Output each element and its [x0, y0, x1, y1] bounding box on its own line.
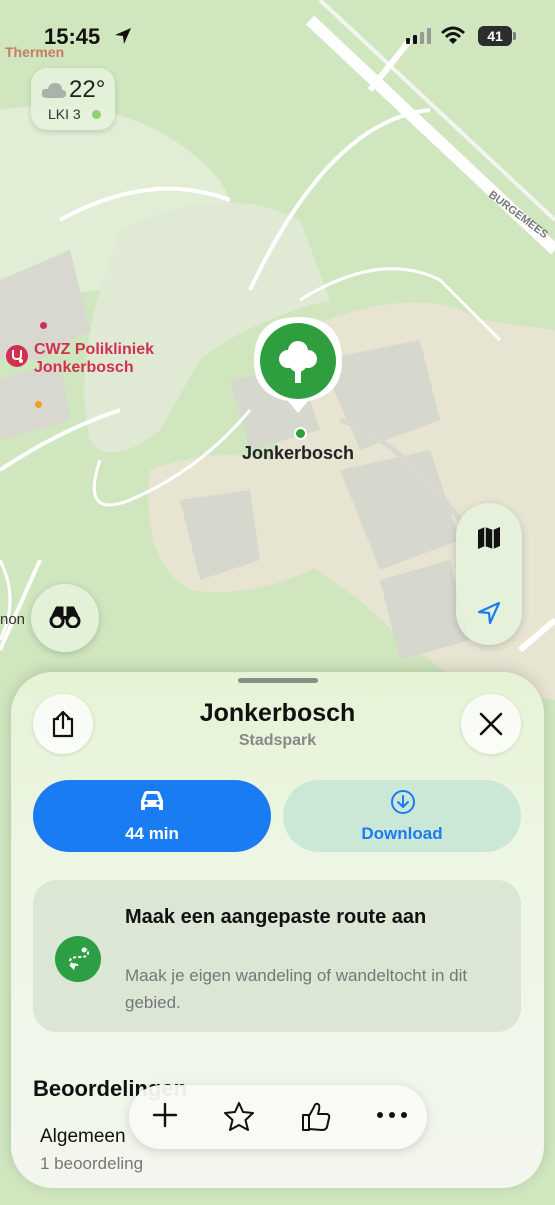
battery-level: 41	[487, 28, 503, 44]
ratings-count: 1 beoordeling	[40, 1154, 144, 1173]
custom-route-title: Maak een aangepaste route aan	[125, 906, 427, 928]
close-icon	[479, 712, 503, 736]
map-label-thermen: Thermen	[5, 44, 65, 60]
weather-widget[interactable]: 22° LKI 3	[31, 68, 115, 130]
action-bar	[129, 1085, 427, 1149]
place-title: Jonkerbosch	[199, 699, 356, 727]
sheet-grabber[interactable]	[238, 678, 318, 683]
custom-route-card[interactable]: Maak een aangepaste route aan Maak je ei…	[33, 880, 521, 1032]
download-button[interactable]: Download	[283, 780, 521, 852]
pin-location-dot	[294, 427, 307, 440]
cloud-icon	[41, 83, 67, 98]
download-icon	[391, 790, 415, 814]
status-bar: 15:45 41	[0, 0, 555, 70]
map-icon[interactable]	[476, 525, 502, 551]
share-icon	[52, 710, 74, 738]
wifi-icon	[441, 26, 465, 44]
favorite-icon[interactable]	[223, 1101, 255, 1131]
poi-label-line1[interactable]: CWZ Polikliniek	[34, 341, 154, 359]
location-arrow-icon	[115, 28, 131, 44]
poi-marker-dot[interactable]	[35, 401, 42, 408]
look-around-button[interactable]	[31, 584, 99, 652]
battery-icon: 41	[478, 26, 516, 46]
share-button[interactable]	[33, 694, 93, 754]
binoculars-icon	[49, 606, 81, 628]
like-icon[interactable]	[300, 1101, 332, 1133]
poi-marker-dot[interactable]	[40, 322, 47, 329]
location-arrow-icon[interactable]	[477, 601, 501, 625]
hospital-icon[interactable]	[6, 345, 28, 367]
directions-duration: 44 min	[125, 824, 179, 843]
directions-button[interactable]: 44 min	[33, 780, 271, 852]
add-icon[interactable]	[151, 1101, 179, 1129]
map-label-edge: non	[0, 611, 26, 628]
close-button[interactable]	[461, 694, 521, 754]
map-controls	[456, 503, 522, 645]
car-icon	[141, 791, 163, 810]
pin-label[interactable]: Jonkerbosch	[222, 443, 374, 464]
air-quality-index: LKI 3	[48, 106, 81, 122]
park-pin[interactable]	[252, 315, 344, 415]
signal-icon	[406, 28, 431, 44]
download-label: Download	[361, 824, 443, 843]
place-subtitle: Stadspark	[238, 732, 317, 749]
air-quality-dot	[92, 110, 101, 119]
route-icon	[55, 936, 101, 982]
weather-temperature: 22°	[69, 76, 106, 103]
more-icon[interactable]	[376, 1111, 408, 1119]
ratings-overall: Algemeen	[40, 1126, 126, 1147]
poi-label-line2[interactable]: Jonkerbosch	[34, 359, 134, 377]
custom-route-description: Maak je eigen wandeling of wandeltocht i…	[125, 966, 468, 1012]
